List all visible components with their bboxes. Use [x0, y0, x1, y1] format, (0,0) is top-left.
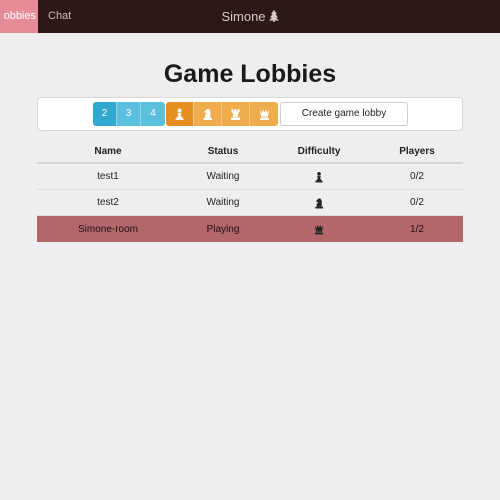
lobby-name: test1	[97, 171, 119, 182]
lobby-status: Waiting	[206, 197, 240, 208]
difficulty-group	[166, 102, 278, 126]
difficulty-knight-button[interactable]	[194, 102, 222, 126]
table-row[interactable]: test2 Waiting 0/2	[37, 190, 463, 216]
queen-icon	[259, 109, 269, 120]
lobby-name: Simone-room	[77, 223, 139, 235]
players-2-button[interactable]: 2	[93, 102, 117, 126]
lobby-players: 0/2	[410, 197, 424, 208]
table-row[interactable]: test1 Waiting 0/2	[37, 164, 463, 190]
nav-tab-lobbies[interactable]: obbies	[0, 0, 38, 33]
difficulty-rook-button[interactable]	[222, 102, 250, 126]
page-title: Game Lobbies	[163, 60, 337, 88]
nav-tab-lobbies-label: obbies	[3, 10, 36, 22]
create-lobby-button[interactable]: Create game lobby	[280, 102, 408, 126]
table-header: Name Status Difficulty Players	[37, 140, 463, 164]
lobby-name: test2	[97, 197, 119, 208]
header-name: Name	[94, 145, 122, 157]
header-players: Players	[399, 145, 435, 157]
player-count-group: 2 3 4	[93, 102, 165, 126]
lobby-toolbar: 2 3 4 Create game lobby	[37, 97, 463, 131]
lobby-status: Playing	[206, 223, 240, 235]
tree-icon	[268, 1, 279, 34]
user-display: Simone	[0, 0, 500, 33]
nav-tab-chat-label: Chat	[48, 10, 72, 22]
lobby-players: 0/2	[410, 171, 424, 182]
header-difficulty: Difficulty	[297, 145, 341, 157]
nav-tab-chat[interactable]: Chat	[48, 0, 71, 33]
queen-icon	[267, 216, 371, 242]
rook-icon	[231, 109, 240, 120]
players-3-button[interactable]: 3	[117, 102, 141, 126]
knight-icon	[267, 190, 371, 215]
players-4-button[interactable]: 4	[141, 102, 165, 126]
difficulty-queen-button[interactable]	[250, 102, 278, 126]
table-row[interactable]: Simone-room Playing 1/2	[37, 216, 463, 242]
lobby-table: Name Status Difficulty Players test1 Wai…	[37, 140, 463, 242]
username: Simone	[221, 9, 266, 24]
knight-icon	[203, 109, 212, 120]
pawn-icon	[175, 108, 184, 120]
navbar: obbies Chat Simone	[0, 0, 500, 33]
difficulty-pawn-button[interactable]	[166, 102, 194, 126]
header-status: Status	[207, 145, 239, 157]
lobby-players: 1/2	[410, 223, 424, 235]
pawn-icon	[267, 164, 371, 189]
lobby-status: Waiting	[206, 171, 240, 182]
